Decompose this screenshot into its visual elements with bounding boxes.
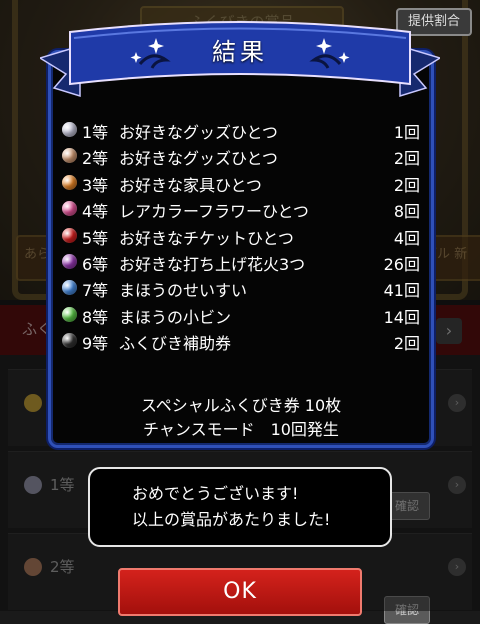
prize-name: お好きなチケットひとつ [119, 228, 294, 248]
prize-name: お好きな家具ひとつ [119, 175, 262, 195]
prize-count: 2回 [393, 334, 420, 354]
prize-name: まほうのせいすい [119, 281, 248, 301]
prize-count: 41回 [383, 281, 420, 301]
prize-name: お好きな打ち上げ花火3つ [119, 254, 306, 274]
prize-count: 1回 [393, 123, 420, 142]
prize-rank: 5等 [82, 228, 109, 248]
prize-rank: 1等 [82, 123, 109, 142]
prize-row: 4等 レアカラーフラワーひとつ 8回 [58, 197, 422, 223]
prize-row: 9等 ふくびき補助券 2回 [58, 329, 422, 355]
special-ticket-line: スペシャルふくびき券 10枚 [140, 396, 342, 415]
ok-button[interactable]: OK [118, 568, 362, 616]
prize-count: 14回 [383, 307, 420, 327]
prize-orb-icon [62, 280, 77, 296]
prize-row: 1等 お好きなグッズひとつ 1回 [58, 118, 422, 144]
prize-rank: 6等 [82, 254, 109, 274]
prize-list: 1等 お好きなグッズひとつ 1回 2等 お好きなグッズひとつ 2回 3等 お好きな家具ひとつ 2… [58, 118, 422, 356]
prize-count: 4回 [393, 228, 420, 248]
prize-rank: 3等 [82, 175, 109, 195]
prize-orb-icon [62, 201, 77, 217]
prize-row: 5等 お好きなチケットひとつ 4回 [58, 224, 422, 250]
prize-rank: 9等 [82, 334, 109, 354]
prize-name: ふくびき補助券 [119, 334, 232, 354]
prize-row: 8等 まほうの小ビン 14回 [58, 303, 422, 329]
congrats-message-box: おめでとうございます! 以上の賞品があたりました! [88, 467, 392, 547]
prize-rank: 8等 [82, 307, 109, 327]
prize-rank: 4等 [82, 202, 109, 222]
prize-orb-icon [62, 148, 77, 164]
prize-row: 7等 まほうのせいすい 41回 [58, 276, 422, 302]
prize-orb-icon [62, 306, 77, 322]
prize-orb-icon [62, 253, 77, 269]
prize-orb-icon [62, 333, 77, 349]
prize-count: 2回 [393, 175, 420, 195]
result-title: 結果 [212, 38, 268, 66]
draw-summary: スペシャルふくびき券 10枚 チャンスモード 10回発生 [48, 394, 434, 442]
prize-row: 3等 お好きな家具ひとつ 2回 [58, 171, 422, 197]
chance-mode-line: チャンスモード 10回発生 [143, 420, 339, 439]
prize-orb-icon [62, 227, 77, 243]
prize-orb-icon [62, 174, 77, 190]
message-line-1: おめでとうございます! [132, 484, 299, 503]
prize-name: まほうの小ビン [119, 307, 232, 327]
prize-count: 8回 [393, 202, 420, 222]
prize-orb-icon [62, 122, 77, 137]
prize-row: 6等 お好きな打ち上げ花火3つ 26回 [58, 250, 422, 276]
prize-name: お好きなグッズひとつ [119, 123, 278, 142]
prize-rank: 7等 [82, 281, 109, 301]
prize-rank: 2等 [82, 149, 109, 169]
message-line-2: 以上の賞品があたりました! [132, 510, 331, 529]
prize-count: 26回 [383, 254, 420, 274]
prize-row: 2等 お好きなグッズひとつ 2回 [58, 144, 422, 170]
prize-name: お好きなグッズひとつ [119, 149, 278, 169]
prize-name: レアカラーフラワーひとつ [119, 202, 309, 222]
prize-count: 2回 [393, 149, 420, 169]
